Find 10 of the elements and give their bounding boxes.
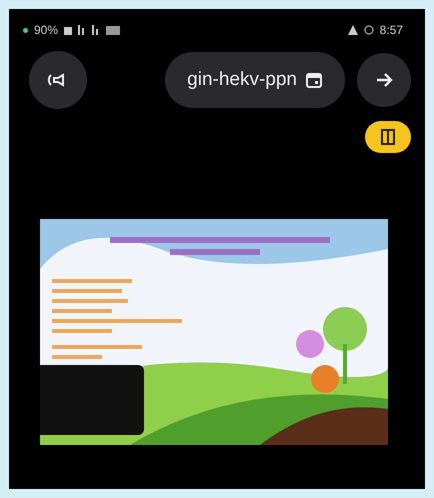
- battery-level: 90%: [34, 23, 58, 37]
- split-panel-icon: [381, 129, 395, 145]
- warning-icon: [348, 25, 358, 35]
- forward-button[interactable]: [357, 53, 411, 107]
- calendar-icon: [305, 71, 323, 89]
- circle-icon: [364, 25, 374, 35]
- meeting-code-button[interactable]: gin-hekv-ppn: [165, 52, 345, 108]
- notification-dot: [23, 28, 28, 32]
- layout-button[interactable]: [365, 121, 411, 153]
- status-time: 8:57: [380, 23, 403, 37]
